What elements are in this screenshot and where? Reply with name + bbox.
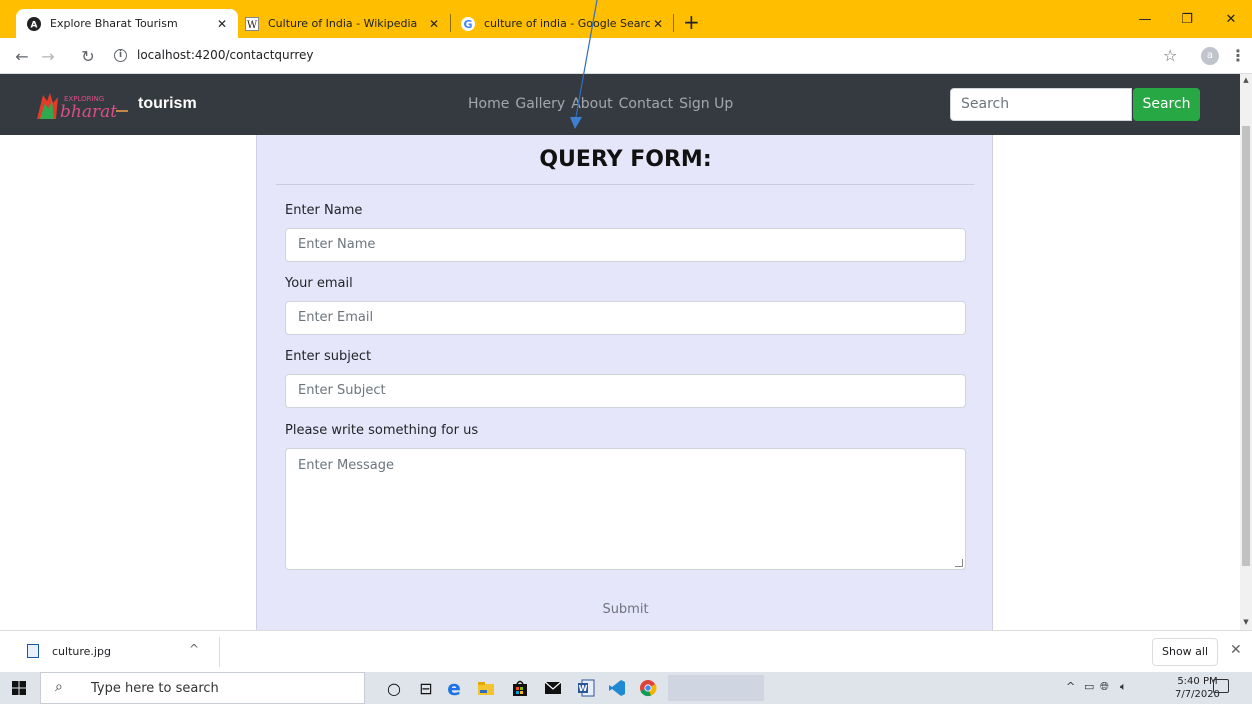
svg-text:G: G [463, 18, 472, 31]
brand-name[interactable]: tourism [138, 95, 197, 113]
new-tab-button[interactable]: + [683, 12, 700, 32]
windows-taskbar: ⌕ Type here to search ○ ⊟ e W ^ ▭ 🌐︎ 🔈︎ … [0, 672, 1252, 704]
store-icon[interactable] [510, 678, 530, 698]
close-window-icon[interactable]: ✕ [1210, 0, 1252, 38]
svg-text:A: A [31, 20, 38, 30]
task-view-icon[interactable]: ⊟ [416, 678, 436, 698]
volume-icon[interactable]: 🔈︎ [1120, 680, 1127, 694]
word-icon[interactable]: W [576, 678, 596, 698]
subject-input[interactable]: Enter Subject [285, 374, 966, 408]
minimize-window-icon[interactable]: — [1124, 0, 1166, 38]
tab-separator [450, 14, 451, 32]
form-title: QUERY FORM: [539, 147, 712, 172]
site-logo[interactable]: EXPLORING bharat [34, 89, 132, 122]
page-viewport: EXPLORING bharat tourism Home Gallery Ab… [0, 74, 1240, 630]
cortana-icon[interactable]: ○ [384, 678, 404, 698]
message-placeholder: Enter Message [298, 458, 395, 473]
back-arrow-icon[interactable]: ← [10, 44, 34, 68]
profile-avatar[interactable]: a [1201, 47, 1219, 65]
nav-about[interactable]: About [571, 96, 612, 112]
browser-menu-icon[interactable]: ⋮ [1230, 46, 1246, 65]
site-info-icon[interactable]: i [114, 49, 127, 62]
tab-title: Culture of India - Wikipedia [268, 17, 418, 30]
name-input[interactable]: Enter Name [285, 228, 966, 262]
site-navbar: EXPLORING bharat tourism Home Gallery Ab… [0, 74, 1240, 135]
tab-title: culture of india - Google Search [484, 17, 650, 30]
main-nav: Home Gallery About Contact Sign Up [468, 96, 739, 112]
wikipedia-icon: W [244, 16, 260, 32]
forward-arrow-icon[interactable]: → [36, 44, 60, 68]
restore-window-icon[interactable]: ❐ [1166, 0, 1208, 38]
subject-label: Enter subject [285, 349, 372, 364]
browser-toolbar: ← → ↻ i localhost:4200/contactqurrey ☆ a… [0, 38, 1252, 74]
bookmark-star-icon[interactable]: ☆ [1163, 46, 1177, 65]
tab-wikipedia[interactable]: W Culture of India - Wikipedia ✕ [238, 9, 450, 38]
tab-separator [673, 14, 674, 32]
reload-icon[interactable]: ↻ [76, 44, 100, 68]
close-tab-icon[interactable]: ✕ [426, 16, 442, 32]
active-app-highlight [668, 675, 764, 701]
scroll-up-arrow-icon[interactable]: ▲ [1240, 76, 1252, 86]
angular-icon: A [26, 16, 42, 32]
google-icon: G [460, 16, 476, 32]
mail-icon[interactable] [543, 678, 563, 698]
download-shelf: culture.jpg ^ Show all ✕ [0, 630, 1252, 672]
query-form-panel: QUERY FORM: Enter Name Enter Name Your e… [256, 135, 993, 630]
name-label: Enter Name [285, 203, 363, 218]
taskbar-search-placeholder: Type here to search [91, 681, 219, 696]
logo-wordmark: bharat [60, 102, 117, 121]
close-tab-icon[interactable]: ✕ [214, 16, 230, 32]
battery-icon[interactable]: ▭ [1084, 680, 1094, 693]
chrome-icon[interactable] [638, 678, 658, 698]
nav-home[interactable]: Home [468, 96, 509, 112]
image-file-icon [27, 644, 39, 658]
submit-button[interactable]: Submit [257, 602, 994, 617]
edge-browser-icon[interactable]: e [444, 676, 464, 700]
show-hidden-icons-chevron-icon[interactable]: ^ [1066, 680, 1075, 693]
close-tab-icon[interactable]: ✕ [650, 16, 666, 32]
form-divider [276, 184, 974, 185]
nav-gallery[interactable]: Gallery [515, 96, 565, 112]
taskbar-search-box[interactable]: ⌕ Type here to search [40, 672, 365, 704]
vscode-icon[interactable] [607, 678, 627, 698]
svg-text:W: W [247, 20, 258, 31]
download-file-name[interactable]: culture.jpg [52, 645, 111, 658]
site-search-input[interactable]: Search [950, 88, 1132, 121]
scrollbar-thumb[interactable] [1242, 126, 1250, 566]
browser-tab-strip: A Explore Bharat Tourism ✕ W Culture of … [0, 0, 1252, 38]
nav-sign-up[interactable]: Sign Up [679, 96, 733, 112]
shelf-divider [219, 637, 220, 667]
email-input[interactable]: Enter Email [285, 301, 966, 335]
site-search-button[interactable]: Search [1133, 88, 1200, 121]
close-shelf-icon[interactable]: ✕ [1230, 642, 1242, 658]
message-label: Please write something for us [285, 423, 479, 438]
download-options-chevron-icon[interactable]: ^ [189, 642, 199, 656]
resize-handle-icon[interactable] [955, 559, 963, 567]
windows-start-icon[interactable] [12, 681, 26, 695]
show-all-button[interactable]: Show all [1152, 638, 1218, 666]
file-explorer-icon[interactable] [476, 678, 496, 698]
tab-title: Explore Bharat Tourism [50, 17, 178, 30]
email-label: Your email [285, 276, 353, 291]
search-icon: ⌕ [55, 679, 63, 695]
network-globe-icon[interactable]: 🌐︎ [1100, 680, 1109, 694]
tab-explore-bharat-tourism[interactable]: A Explore Bharat Tourism ✕ [16, 9, 238, 38]
action-center-icon[interactable] [1213, 679, 1229, 693]
address-bar[interactable]: localhost:4200/contactqurrey [137, 48, 314, 62]
scroll-down-arrow-icon[interactable]: ▼ [1240, 618, 1252, 628]
svg-text:W: W [579, 684, 588, 693]
page-scrollbar[interactable]: ▲ ▼ [1240, 74, 1252, 630]
tab-google-search[interactable]: G culture of india - Google Search ✕ [456, 9, 674, 38]
nav-contact[interactable]: Contact [619, 96, 673, 112]
message-textarea[interactable]: Enter Message [285, 448, 966, 570]
